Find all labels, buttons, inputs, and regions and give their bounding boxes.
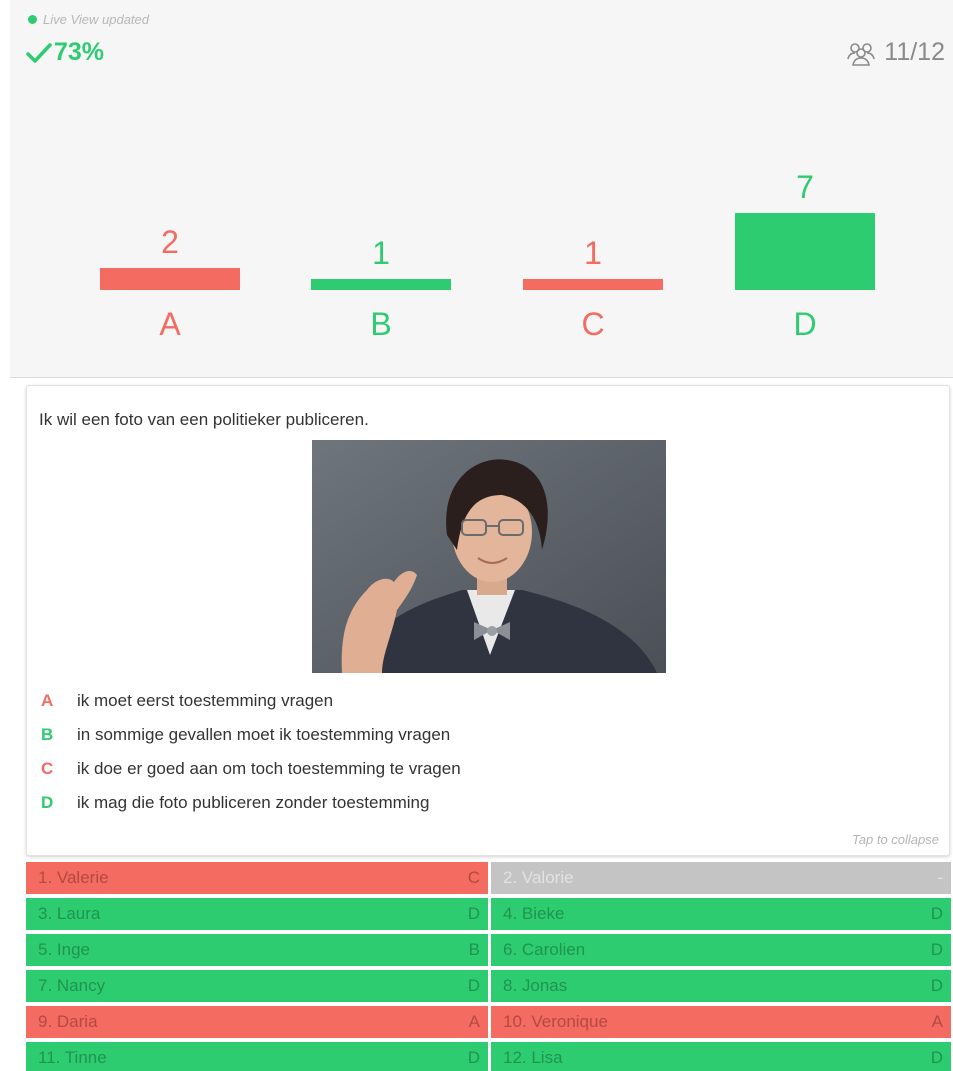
- student-name: 5. Inge: [38, 940, 90, 959]
- student-name: 1. Valerie: [38, 868, 109, 887]
- answer-letter: B: [41, 725, 54, 744]
- answer-text: ik doe er goed aan om toch toestemming t…: [77, 759, 461, 778]
- student-tile[interactable]: 2. Valorie -: [491, 862, 951, 894]
- answer-option-a: A ik moet eerst toestemming vragen: [41, 684, 461, 718]
- answer-options: A ik moet eerst toestemming vragen B in …: [41, 684, 461, 820]
- student-name: 4. Bieke: [503, 904, 565, 923]
- student-name: 2. Valorie: [503, 868, 574, 887]
- student-tile[interactable]: 6. Carolien D: [491, 934, 951, 966]
- student-answer: B: [468, 940, 480, 959]
- student-name: 8. Jonas: [503, 976, 568, 995]
- student-answer: D: [930, 940, 943, 959]
- student-name: 6. Carolien: [503, 940, 586, 959]
- question-card[interactable]: Ik wil een foto van een politieker publi…: [26, 385, 950, 856]
- bar-a: [100, 268, 240, 290]
- student-answer: D: [930, 976, 943, 995]
- bar-label-c: C: [581, 306, 605, 342]
- answer-option-b: B in sommige gevallen moet ik toestemmin…: [41, 718, 461, 752]
- bar-count-b: 1: [372, 235, 390, 271]
- answer-letter: A: [41, 691, 54, 710]
- student-tile[interactable]: 12. Lisa D: [491, 1042, 951, 1071]
- bar-count-d: 7: [796, 169, 814, 205]
- answer-distribution-chart: 2 A 1 B 1 C 7 D: [10, 0, 953, 377]
- student-name: 7. Nancy: [38, 976, 106, 995]
- answer-text: ik mag die foto publiceren zonder toeste…: [77, 793, 430, 812]
- student-tile[interactable]: 4. Bieke D: [491, 898, 951, 930]
- question-image: [312, 440, 666, 673]
- answer-option-c: C ik doe er goed aan om toch toestemming…: [41, 752, 461, 786]
- bar-label-b: B: [370, 306, 392, 342]
- bar-count-a: 2: [161, 224, 179, 260]
- bar-b: [311, 279, 451, 290]
- answer-text: in sommige gevallen moet ik toestemming …: [77, 725, 451, 744]
- student-results-grid: 1. Valerie C 2. Valorie - 3. Laura D 4. Bieke D…: [26, 862, 951, 1071]
- bar-label-d: D: [793, 306, 817, 342]
- student-tile[interactable]: 1. Valerie C: [26, 862, 488, 894]
- student-tile[interactable]: 10. Veronique A: [491, 1006, 951, 1038]
- student-answer: A: [468, 1012, 480, 1031]
- question-text: Ik wil een foto van een politieker publi…: [39, 410, 369, 429]
- bar-d: [735, 213, 875, 290]
- bar-count-c: 1: [584, 235, 602, 271]
- student-answer: D: [467, 976, 480, 995]
- student-answer: C: [467, 868, 480, 887]
- answer-letter: C: [41, 759, 54, 778]
- student-name: 11. Tinne: [38, 1048, 107, 1067]
- collapse-hint[interactable]: Tap to collapse: [852, 832, 939, 847]
- answer-letter: D: [41, 793, 54, 812]
- student-tile[interactable]: 8. Jonas D: [491, 970, 951, 1002]
- student-answer: D: [930, 1048, 943, 1067]
- answer-option-d: D ik mag die foto publiceren zonder toes…: [41, 786, 461, 820]
- student-answer: A: [931, 1012, 943, 1031]
- student-tile[interactable]: 9. Daria A: [26, 1006, 488, 1038]
- student-tile[interactable]: 5. Inge B: [26, 934, 488, 966]
- student-answer: D: [930, 904, 943, 923]
- student-answer: D: [467, 1048, 480, 1067]
- student-name: 9. Daria: [38, 1012, 98, 1031]
- student-name: 3. Laura: [38, 904, 101, 923]
- results-panel: Live View updated 73% 11/12 2A1B1C7D: [10, 0, 953, 378]
- answer-text: ik moet eerst toestemming vragen: [77, 691, 334, 710]
- student-tile[interactable]: 7. Nancy D: [26, 970, 488, 1002]
- portrait-photo: [312, 440, 666, 673]
- bar-c: [523, 279, 663, 290]
- student-answer: D: [467, 904, 480, 923]
- student-tile[interactable]: 3. Laura D: [26, 898, 488, 930]
- bar-label-a: A: [159, 306, 181, 342]
- student-name: 12. Lisa: [503, 1048, 563, 1067]
- student-answer: -: [937, 868, 943, 887]
- student-name: 10. Veronique: [503, 1012, 608, 1031]
- student-tile[interactable]: 11. Tinne D: [26, 1042, 488, 1071]
